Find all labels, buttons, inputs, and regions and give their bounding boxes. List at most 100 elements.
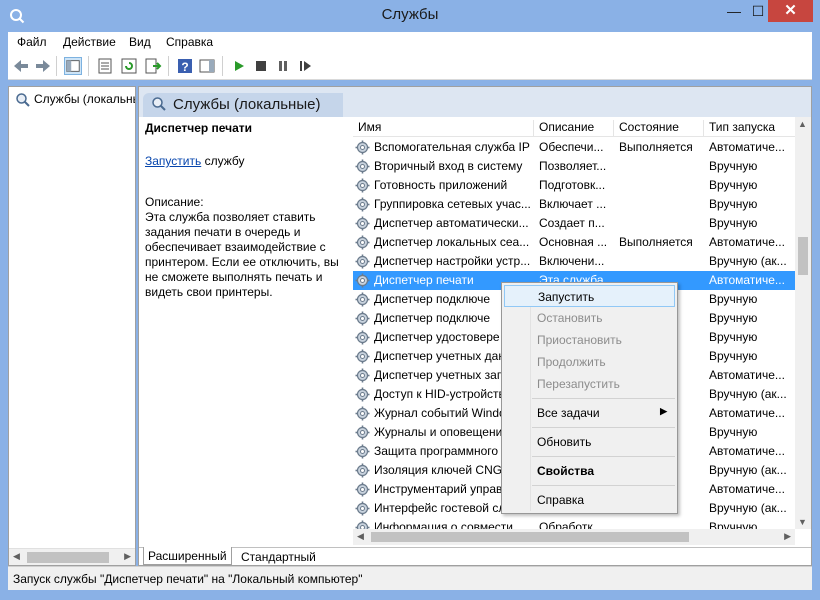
scroll-left-icon[interactable]: ◀ xyxy=(357,531,364,542)
start-service-icon[interactable] xyxy=(230,57,248,75)
context-menu-properties[interactable]: Свойства xyxy=(504,460,675,482)
table-row[interactable]: Вторичный вход в систему Позволяет... Вруч… xyxy=(353,157,795,176)
service-name-cell: Диспетчер локальных сеа... xyxy=(374,235,530,249)
maximize-button[interactable]: ☐ xyxy=(746,0,770,22)
table-row[interactable]: Готовность приложений Подготовк... Вручную xyxy=(353,176,795,195)
service-description-cell: Включени... xyxy=(539,254,605,268)
gear-icon xyxy=(355,368,370,383)
tab-standard[interactable]: Стандартный xyxy=(237,550,320,564)
column-header-startup[interactable]: Тип запуска xyxy=(703,120,795,137)
menu-action[interactable]: Действие xyxy=(63,35,116,49)
start-service-link[interactable]: Запустить xyxy=(145,154,201,168)
action-pane-icon[interactable] xyxy=(198,57,216,75)
menu-label: Запустить xyxy=(538,290,595,304)
gear-icon xyxy=(355,406,370,421)
gear-icon xyxy=(355,140,370,155)
menu-separator xyxy=(532,485,675,486)
gear-icon xyxy=(355,178,370,193)
minimize-button[interactable]: — xyxy=(722,0,746,22)
menu-file[interactable]: Файл xyxy=(17,35,47,49)
context-menu-start[interactable]: Запустить xyxy=(504,285,675,307)
service-startup-cell: Вручную (ак... xyxy=(709,254,787,268)
service-startup-cell: Вручную xyxy=(709,311,758,325)
table-row[interactable]: Диспетчер локальных сеа... Основная ... Вы… xyxy=(353,233,795,252)
submenu-arrow-icon: ▶ xyxy=(660,406,667,416)
gear-icon xyxy=(355,292,370,307)
back-icon[interactable] xyxy=(12,57,30,75)
description-text: Эта служба позволяет ставить задания печ… xyxy=(145,210,339,299)
tree-horizontal-scrollbar[interactable]: ◀ ▶ xyxy=(9,548,135,565)
service-description-cell: Позволяет... xyxy=(539,159,607,173)
gear-icon xyxy=(355,235,370,250)
scroll-right-icon[interactable]: ▶ xyxy=(124,551,131,562)
service-description-cell: Подготовк... xyxy=(539,178,606,192)
scroll-down-icon[interactable]: ▼ xyxy=(798,517,807,527)
service-startup-cell: Автоматиче... xyxy=(709,273,785,287)
menu-view[interactable]: Вид xyxy=(129,35,151,49)
pane-banner: Службы (локальные) xyxy=(139,87,811,117)
gear-icon xyxy=(355,254,370,269)
search-service-icon xyxy=(16,93,30,107)
service-startup-cell: Вручную xyxy=(709,330,758,344)
column-header-state[interactable]: Состояние xyxy=(613,120,703,137)
service-description-cell: Обеспечи... xyxy=(539,140,604,154)
gear-icon xyxy=(355,311,370,326)
menu-label: Все задачи xyxy=(537,406,600,420)
export-list-icon[interactable] xyxy=(144,57,162,75)
help-icon[interactable]: ? xyxy=(176,57,194,75)
service-startup-cell: Автоматиче... xyxy=(709,235,785,249)
scroll-thumb[interactable] xyxy=(371,532,689,542)
column-header-description[interactable]: Описание xyxy=(533,120,613,137)
tree-item-services-local[interactable]: Службы (локальные) xyxy=(15,92,135,108)
gear-icon xyxy=(355,349,370,364)
restart-service-icon[interactable] xyxy=(296,57,314,75)
table-row[interactable]: Вспомогательная служба IP Обеспечи... Выпо… xyxy=(353,138,795,157)
service-details: Диспетчер печати Запустить службу Описан… xyxy=(145,121,350,300)
start-service-suffix: службу xyxy=(201,154,245,168)
show-hide-tree-icon[interactable] xyxy=(64,57,82,75)
forward-icon[interactable] xyxy=(34,57,52,75)
context-menu-help[interactable]: Справка xyxy=(504,489,675,511)
horizontal-scrollbar[interactable]: ◀ ▶ xyxy=(353,529,795,545)
status-bar: Запуск службы "Диспетчер печати" на "Лок… xyxy=(8,566,812,590)
table-row[interactable]: Диспетчер настройки устр... Включени... Вр… xyxy=(353,252,795,271)
tab-extended[interactable]: Расширенный xyxy=(143,547,232,565)
service-startup-cell: Вручную xyxy=(709,425,758,439)
service-startup-cell: Вручную xyxy=(709,349,758,363)
menu-label: Обновить xyxy=(537,435,592,449)
table-row[interactable]: Группировка сетевых учас... Включает ... В… xyxy=(353,195,795,214)
context-menu-resume: Продолжить xyxy=(504,351,675,373)
service-startup-cell: Автоматиче... xyxy=(709,368,785,382)
service-state-cell: Выполняется xyxy=(619,235,693,249)
stop-service-icon[interactable] xyxy=(252,57,270,75)
gear-icon xyxy=(355,273,370,288)
close-button[interactable]: ✕ xyxy=(768,0,813,22)
scroll-thumb[interactable] xyxy=(27,552,109,563)
properties-icon[interactable] xyxy=(96,57,114,75)
selected-service-name: Диспетчер печати xyxy=(145,121,253,135)
scroll-thumb[interactable] xyxy=(798,237,808,275)
view-tabs: Расширенный Стандартный xyxy=(139,547,811,565)
gear-icon xyxy=(355,463,370,478)
gear-icon xyxy=(355,159,370,174)
title-bar: Службы — ☐ ✕ xyxy=(0,0,820,32)
table-row[interactable]: Диспетчер автоматически... Создает п... Вр… xyxy=(353,214,795,233)
context-menu-all-tasks[interactable]: Все задачи ▶ xyxy=(504,402,675,424)
menu-help[interactable]: Справка xyxy=(166,35,213,49)
pane-title: Службы (локальные) xyxy=(173,96,321,113)
menu-label: Перезапустить xyxy=(537,377,620,391)
pause-service-icon[interactable] xyxy=(274,57,292,75)
service-description-cell: Создает п... xyxy=(539,216,605,230)
context-menu-refresh[interactable]: Обновить xyxy=(504,431,675,453)
service-state-cell: Выполняется xyxy=(619,140,693,154)
column-header-name[interactable]: Имя xyxy=(353,120,529,137)
scroll-up-icon[interactable]: ▲ xyxy=(798,119,807,129)
scroll-left-icon[interactable]: ◀ xyxy=(13,551,20,562)
scroll-right-icon[interactable]: ▶ xyxy=(784,531,791,542)
gear-icon xyxy=(355,330,370,345)
vertical-scrollbar[interactable]: ▲ ▼ xyxy=(795,117,811,529)
service-startup-cell: Вручную xyxy=(709,178,758,192)
list-header: Имя Описание Состояние Тип запуска xyxy=(353,117,795,137)
refresh-icon[interactable] xyxy=(120,57,138,75)
console-tree: Службы (локальные) ◀ ▶ xyxy=(8,86,136,566)
